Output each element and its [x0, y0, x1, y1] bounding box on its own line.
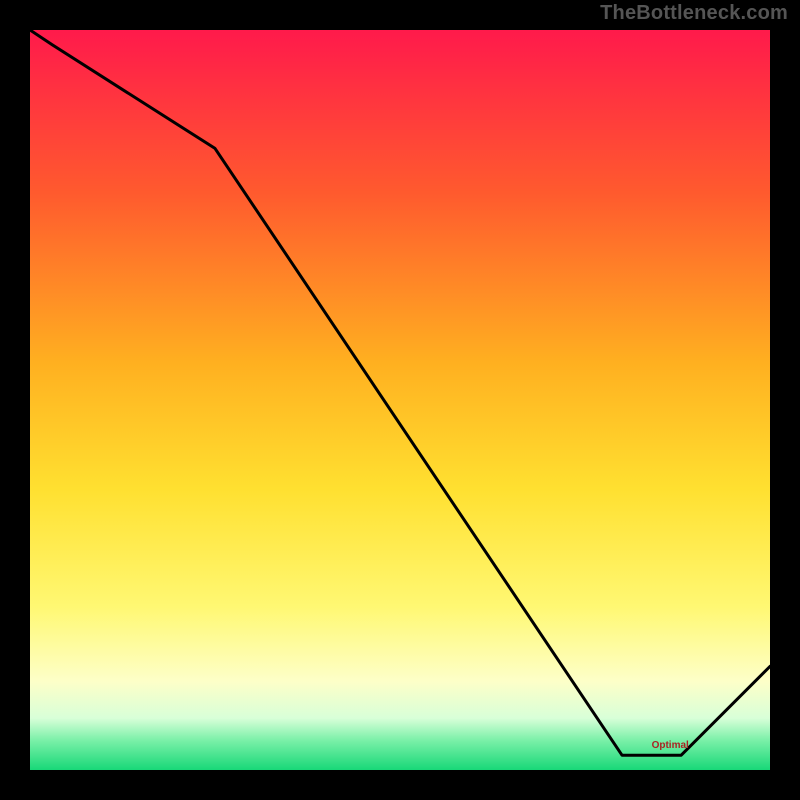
watermark-text: TheBottleneck.com	[600, 2, 788, 25]
chart-svg: Optimal	[30, 30, 770, 770]
gradient-background	[30, 30, 770, 770]
chart-frame: TheBottleneck.com Optim	[0, 0, 800, 800]
optimal-annotation: Optimal	[652, 740, 689, 751]
plot-area: Optimal	[30, 30, 770, 770]
